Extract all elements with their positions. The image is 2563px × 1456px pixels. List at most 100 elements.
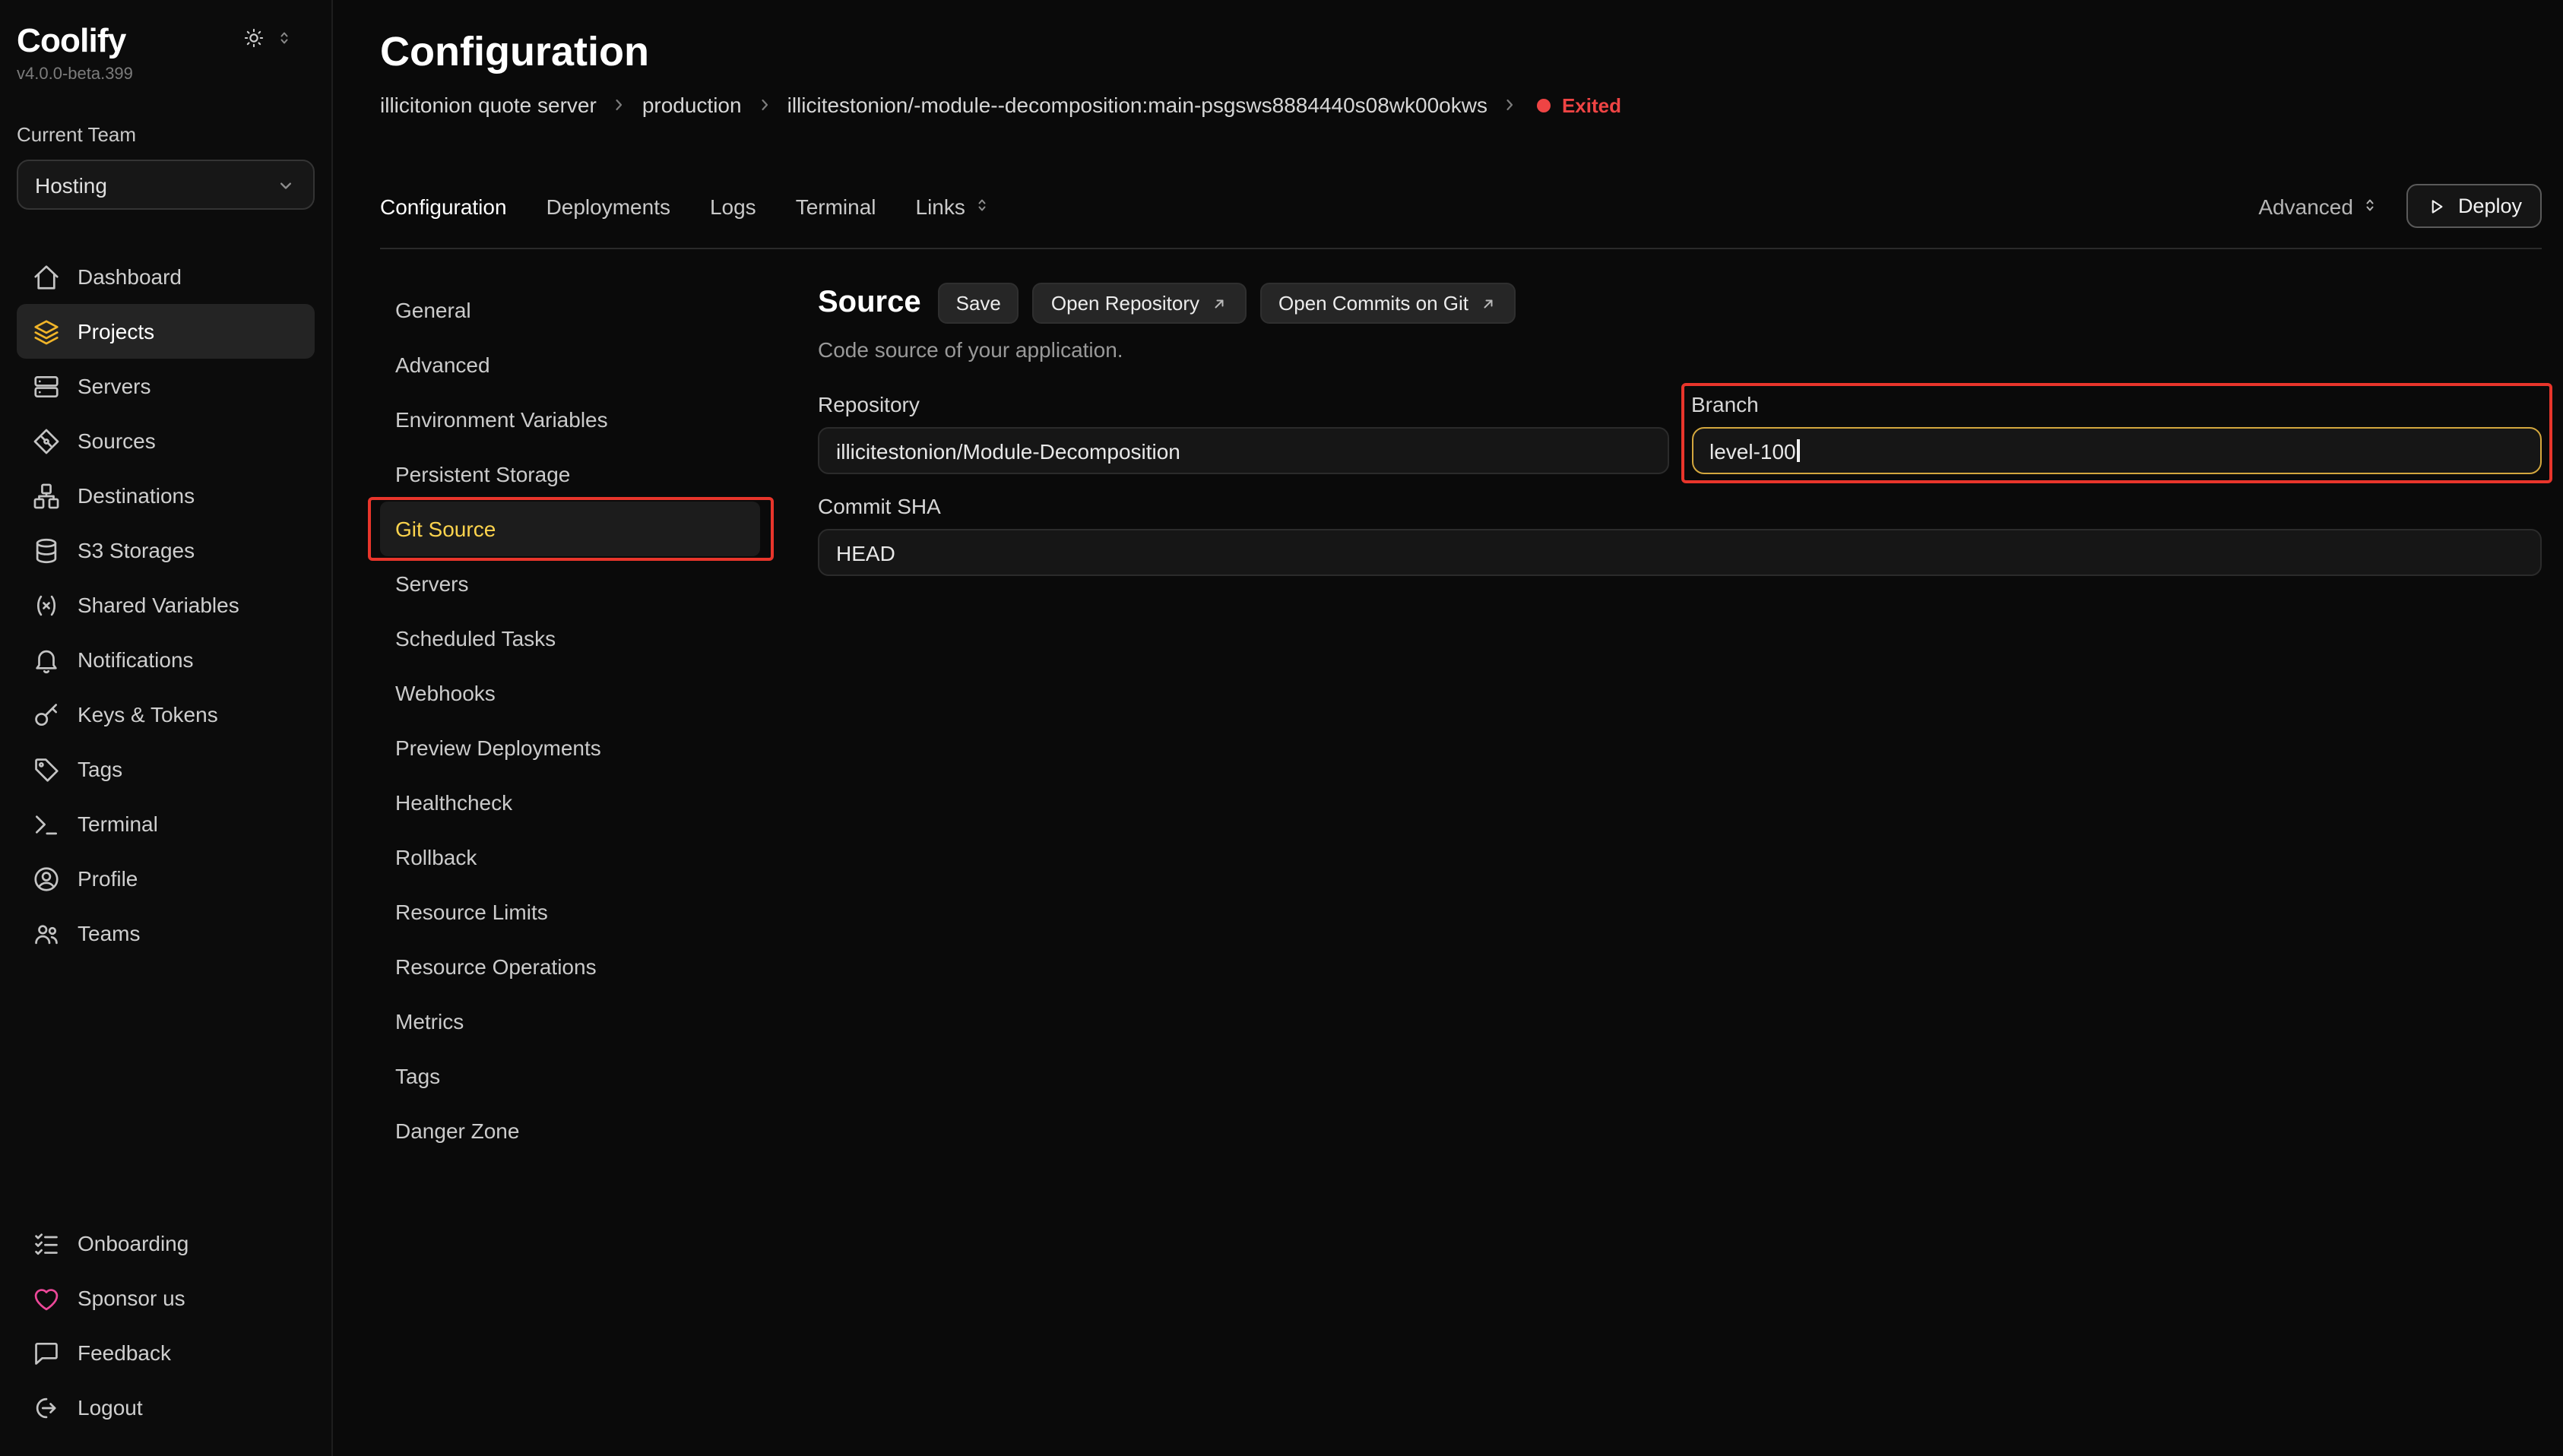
subnav-item-environment-variables[interactable]: Environment Variables [380,392,760,447]
theme-toggle-icon[interactable] [243,27,265,55]
tabs-row: Configuration Deployments Logs Terminal … [380,184,2542,228]
user-circle-icon [32,864,61,893]
main-content: Configuration illicitonion quote server … [333,0,2563,1456]
tab-configuration[interactable]: Configuration [380,194,507,218]
subnav-item-tags[interactable]: Tags [380,1049,760,1103]
breadcrumb-environment[interactable]: production [642,93,742,117]
tabs-right: Advanced Deploy [2258,184,2542,228]
sidebar-item-logout[interactable]: Logout [17,1380,315,1435]
subnav-item-rollback[interactable]: Rollback [380,830,760,885]
terminal-icon [32,809,61,838]
subnav-item-advanced[interactable]: Advanced [380,337,760,392]
current-team-label: Current Team [17,123,315,146]
subnav-item-danger-zone[interactable]: Danger Zone [380,1103,760,1158]
version-label: v4.0.0-beta.399 [17,65,315,84]
subnav-item-general[interactable]: General [380,283,760,337]
advanced-selector[interactable]: Advanced [2258,194,2379,218]
sidebar-item-s3-storages[interactable]: S3 Storages [17,523,315,578]
tab-links[interactable]: Links [916,194,991,218]
source-section: Source Save Open Repository Open Commits… [818,283,2542,1456]
external-link-icon [1210,294,1228,312]
status-dot-icon [1538,98,1551,112]
subnav-item-persistent-storage[interactable]: Persistent Storage [380,447,760,502]
subnav-item-metrics[interactable]: Metrics [380,994,760,1049]
tabs: Configuration Deployments Logs Terminal … [380,194,991,218]
database-icon [32,536,61,565]
sidebar-item-sources[interactable]: Sources [17,413,315,468]
config-subnav: General Advanced Environment Variables P… [380,283,760,1456]
tab-logs[interactable]: Logs [710,194,756,218]
sidebar-item-sponsor[interactable]: Sponsor us [17,1271,315,1325]
commit-sha-input[interactable]: HEAD [818,529,2542,576]
chevron-down-icon [275,174,296,195]
tab-deployments[interactable]: Deployments [546,194,670,218]
sidebar-item-feedback[interactable]: Feedback [17,1325,315,1380]
sidebar-item-projects[interactable]: Projects [17,304,315,359]
source-subtitle: Code source of your application. [818,337,2542,362]
instance-selector-icon[interactable] [275,27,293,55]
play-icon [2426,195,2447,217]
coolify-logo: Coolify [17,21,126,61]
home-icon [32,262,61,291]
external-link-icon [1479,294,1497,312]
branch-label: Branch [1691,392,2542,416]
server-icon [32,372,61,400]
variable-icon [32,590,61,619]
source-header: Source Save Open Repository Open Commits… [818,283,2542,324]
breadcrumb: illicitonion quote server production ill… [380,93,2542,117]
sidebar-item-keys-tokens[interactable]: Keys & Tokens [17,687,315,742]
sidebar-item-onboarding[interactable]: Onboarding [17,1216,315,1271]
team-select[interactable]: Hosting [17,160,315,210]
sidebar-item-dashboard[interactable]: Dashboard [17,249,315,304]
logout-icon [32,1393,61,1422]
subnav-item-healthcheck[interactable]: Healthcheck [380,775,760,830]
text-cursor [1798,439,1800,462]
repository-input[interactable]: illicitestonion/Module-Decomposition [818,427,1668,474]
subnav-item-servers[interactable]: Servers [380,556,760,611]
sidebar-item-notifications[interactable]: Notifications [17,632,315,687]
key-icon [32,700,61,729]
sidebar-item-tags[interactable]: Tags [17,742,315,796]
deploy-button[interactable]: Deploy [2406,184,2542,228]
subnav-item-resource-operations[interactable]: Resource Operations [380,939,760,994]
checklist-icon [32,1229,61,1258]
chevron-right-icon [756,96,774,114]
tab-terminal[interactable]: Terminal [796,194,876,218]
breadcrumb-application[interactable]: illicitestonion/-module--decomposition:m… [787,93,1487,117]
chevron-updown-icon [2361,194,2379,218]
source-form: Repository illicitestonion/Module-Decomp… [818,392,2542,576]
sidebar-item-shared-variables[interactable]: Shared Variables [17,578,315,632]
save-button[interactable]: Save [938,283,1019,324]
subnav-item-resource-limits[interactable]: Resource Limits [380,885,760,939]
logo-row: Coolify [17,21,315,61]
commit-sha-field: Commit SHA HEAD [818,494,2542,576]
sidebar-item-servers[interactable]: Servers [17,359,315,413]
sidebar-item-teams[interactable]: Teams [17,906,315,961]
subnav-item-preview-deployments[interactable]: Preview Deployments [380,720,760,775]
status-label: Exited [1562,93,1621,116]
subnav-item-scheduled-tasks[interactable]: Scheduled Tasks [380,611,760,666]
status-badge: Exited [1538,93,1621,116]
breadcrumb-project[interactable]: illicitonion quote server [380,93,597,117]
open-repository-button[interactable]: Open Repository [1033,283,1247,324]
repository-field: Repository illicitestonion/Module-Decomp… [818,392,1668,474]
sidebar-footer-nav: Onboarding Sponsor us Feedback Logout [17,1216,315,1435]
sidebar-item-terminal[interactable]: Terminal [17,796,315,851]
bell-icon [32,645,61,674]
subnav-item-git-source[interactable]: Git Source [380,502,760,556]
sidebar-item-destinations[interactable]: Destinations [17,468,315,523]
sidebar-item-profile[interactable]: Profile [17,851,315,906]
network-icon [32,481,61,510]
tabs-divider [380,248,2542,249]
subnav-item-webhooks[interactable]: Webhooks [380,666,760,720]
git-icon [32,426,61,455]
branch-field: Branch level-100 [1691,392,2542,474]
users-group-icon [32,919,61,948]
open-commits-button[interactable]: Open Commits on Git [1260,283,1516,324]
sidebar: Coolify v4.0.0-beta.399 Current Team Hos… [0,0,333,1456]
heart-icon [32,1283,61,1312]
page-title: Configuration [380,27,2542,76]
config-body: General Advanced Environment Variables P… [380,283,2542,1456]
branch-input[interactable]: level-100 [1691,427,2542,474]
chat-bubble-icon [32,1338,61,1367]
